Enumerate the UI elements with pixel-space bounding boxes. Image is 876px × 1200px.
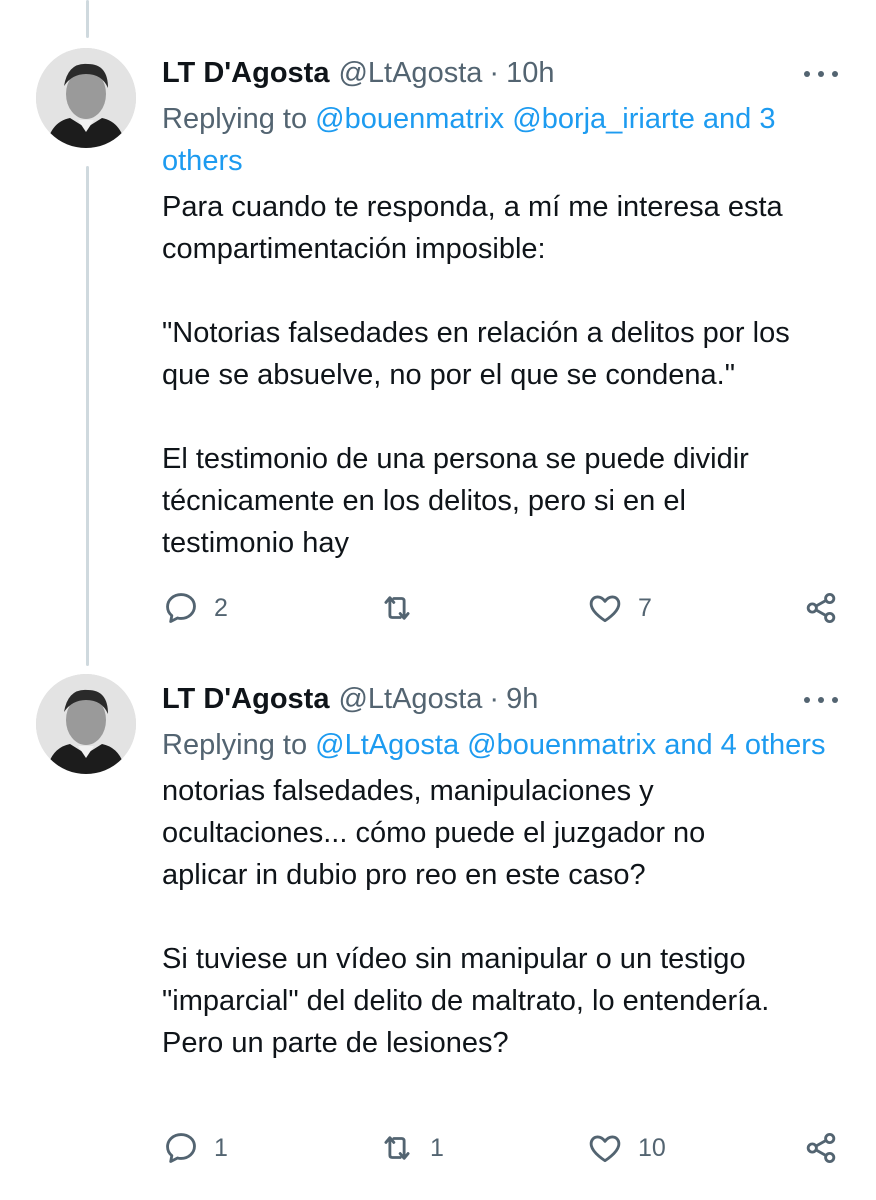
more-icon[interactable] [804, 62, 838, 86]
replying-prefix: Replying to [162, 103, 316, 135]
action-bar: 2 7 [162, 588, 842, 628]
retweet-button[interactable] [378, 588, 430, 628]
avatar[interactable] [36, 674, 136, 774]
separator: · [489, 683, 500, 715]
others-link[interactable]: and 4 others [664, 729, 825, 761]
mention-link[interactable]: @bouenmatrix [467, 729, 656, 761]
share-icon [806, 1132, 836, 1164]
heart-icon [589, 1135, 621, 1163]
tweet-text: notorias falsedades, manipulaciones y oc… [162, 775, 770, 1059]
replying-to: Replying to @LtAgosta @bouenmatrix and 4… [162, 724, 846, 766]
tweet-1[interactable]: LT D'Agosta @LtAgosta · 10h Replying to … [0, 48, 876, 648]
replying-to: Replying to @bouenmatrix @borja_iriarte … [162, 98, 846, 182]
mention-link[interactable]: @borja_iriarte [512, 103, 695, 135]
thread-line-top [86, 0, 89, 38]
mention-link[interactable]: @LtAgosta [315, 729, 459, 761]
like-button[interactable]: 10 [586, 1128, 666, 1168]
tweet-header: LT D'Agosta @LtAgosta · 10h [162, 56, 846, 90]
share-button[interactable] [802, 588, 840, 628]
reply-button[interactable]: 2 [162, 588, 228, 628]
author-name[interactable]: LT D'Agosta [162, 682, 329, 716]
heart-icon [589, 595, 621, 623]
like-button[interactable]: 7 [586, 588, 652, 628]
timestamp[interactable]: 9h [506, 682, 538, 716]
retweet-icon [384, 1136, 410, 1160]
retweet-count: 1 [430, 1133, 444, 1162]
mention-link[interactable]: @bouenmatrix [315, 103, 504, 135]
reply-button[interactable]: 1 [162, 1128, 228, 1168]
author-name[interactable]: LT D'Agosta [162, 56, 329, 90]
tweet-header: LT D'Agosta @LtAgosta · 9h [162, 682, 846, 716]
author-handle[interactable]: @LtAgosta [338, 56, 482, 90]
share-button[interactable] [802, 1128, 840, 1168]
separator: · [489, 57, 500, 89]
reply-count: 2 [214, 593, 228, 622]
reply-icon [166, 1133, 196, 1163]
reply-icon [166, 593, 196, 623]
timestamp[interactable]: 10h [506, 56, 554, 90]
share-icon [806, 592, 836, 624]
tweet-2[interactable]: LT D'Agosta @LtAgosta · 9h Replying to @… [0, 674, 876, 1194]
like-count: 7 [638, 593, 652, 622]
replying-prefix: Replying to [162, 729, 316, 761]
author-handle[interactable]: @LtAgosta [338, 682, 482, 716]
tweet-text: Para cuando te responda, a mí me interes… [162, 191, 790, 559]
retweet-button[interactable]: 1 [378, 1128, 444, 1168]
more-icon[interactable] [804, 688, 838, 712]
retweet-icon [384, 596, 410, 620]
reply-count: 1 [214, 1133, 228, 1162]
action-bar: 1 1 10 [162, 1128, 842, 1168]
like-count: 10 [638, 1133, 666, 1162]
avatar[interactable] [36, 48, 136, 148]
